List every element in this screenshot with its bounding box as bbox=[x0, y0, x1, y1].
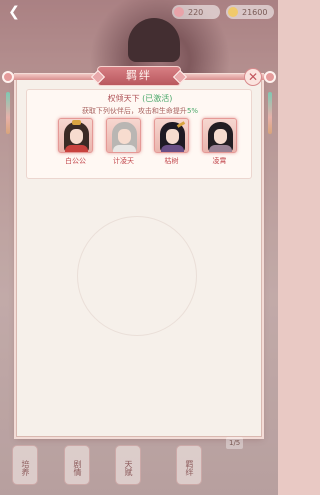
partner-portrait[interactable] bbox=[154, 118, 189, 153]
resource-a-value: 220 bbox=[188, 7, 204, 17]
scroll-rod-end-left bbox=[2, 71, 14, 83]
partner-portrait[interactable] bbox=[202, 118, 237, 153]
nav-item-cultivate[interactable]: 培养 bbox=[12, 445, 38, 485]
nav-item-bond[interactable]: 羁绊 bbox=[176, 445, 202, 485]
panel-watermark bbox=[77, 216, 197, 336]
partner-name: 凌霄 bbox=[212, 157, 227, 165]
partner-name: 枯树 bbox=[164, 157, 179, 165]
nav-item-talent[interactable]: 天赋 bbox=[115, 445, 141, 485]
resource-b-value: 21600 bbox=[242, 7, 268, 17]
top-bar: ❮ 220 21600 bbox=[0, 0, 278, 24]
resource-pill-b[interactable]: 21600 bbox=[226, 5, 274, 19]
bottom-nav: 培养 剧情 天赋 羁绊 bbox=[0, 441, 278, 495]
partner-name: 白公公 bbox=[65, 157, 86, 165]
bond-bonus: 5% bbox=[186, 107, 199, 115]
partner-name: 计凌天 bbox=[113, 157, 134, 165]
bond-status: (已激活) bbox=[142, 94, 173, 103]
tassel-right bbox=[268, 92, 272, 134]
bond-desc-text: 获取下列伙伴后，攻击和生命提升 bbox=[81, 107, 187, 115]
bond-card: 权倾天下 (已激活) 获取下列伙伴后，攻击和生命提升5% 白公公 计凌天 枯树 bbox=[26, 89, 252, 179]
bond-heading: 权倾天下 (已激活) bbox=[27, 93, 253, 104]
partner-item[interactable]: 白公公 bbox=[57, 118, 94, 166]
coin-icon bbox=[228, 7, 238, 17]
back-arrow-icon[interactable]: ❮ bbox=[6, 4, 22, 20]
scroll-rod-end-right bbox=[264, 71, 276, 83]
resource-pill-a[interactable]: 220 bbox=[172, 5, 220, 19]
close-icon[interactable]: ✕ bbox=[244, 68, 262, 86]
partner-list: 白公公 计凌天 枯树 凌霄 bbox=[57, 118, 238, 166]
bond-description: 获取下列伙伴后，攻击和生命提升5% bbox=[27, 106, 253, 116]
tassel-left bbox=[6, 92, 10, 134]
gem-icon bbox=[174, 7, 184, 17]
partner-item[interactable]: 枯树 bbox=[153, 118, 190, 166]
partner-item[interactable]: 凌霄 bbox=[201, 118, 238, 166]
partner-portrait[interactable] bbox=[106, 118, 141, 153]
nav-item-story[interactable]: 剧情 bbox=[64, 445, 90, 485]
bond-name: 权倾天下 bbox=[107, 94, 140, 103]
panel-title: 羁绊 bbox=[97, 66, 181, 86]
partner-item[interactable]: 计凌天 bbox=[105, 118, 142, 166]
partner-portrait[interactable] bbox=[58, 118, 93, 153]
